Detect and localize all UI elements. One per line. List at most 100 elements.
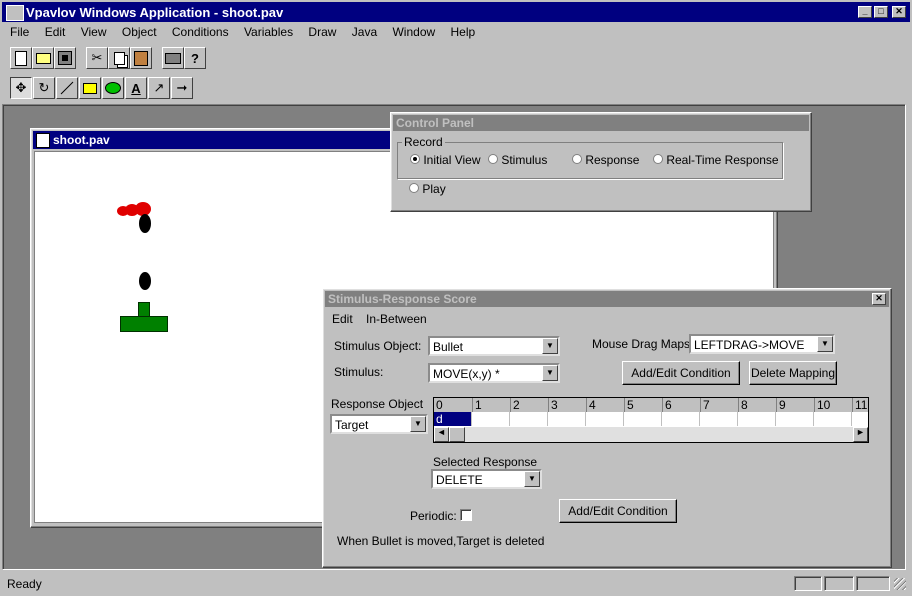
app-title: Vpavlov Windows Application - shoot.pav (26, 5, 284, 20)
timeline-tick: 10 (814, 398, 830, 412)
chevron-down-icon[interactable]: ▼ (410, 416, 426, 432)
rotate-tool-icon[interactable]: ↻ (33, 77, 55, 99)
scroll-thumb[interactable] (449, 427, 465, 442)
sr-title: Stimulus-Response Score (328, 292, 477, 306)
menu-help[interactable]: Help (451, 25, 476, 39)
resize-grip-icon[interactable] (894, 578, 906, 590)
copy-icon[interactable] (108, 47, 130, 69)
radio-response[interactable]: Response (572, 153, 639, 167)
mouse-drag-select[interactable]: LEFTDRAG->MOVE ▼ (689, 334, 835, 354)
periodic-label: Periodic: (410, 509, 457, 523)
radio-label: Stimulus (501, 153, 548, 167)
stimulus-response-window: Stimulus-Response Score ✕ Edit In-Betwee… (322, 288, 892, 568)
chevron-down-icon[interactable]: ▼ (817, 336, 833, 352)
new-icon[interactable] (10, 47, 32, 69)
sr-menu-edit[interactable]: Edit (332, 312, 353, 326)
status-text: Ready (7, 577, 42, 591)
scroll-left-icon[interactable]: ◄ (434, 427, 449, 442)
open-icon[interactable] (32, 47, 54, 69)
mapping-summary: When Bullet is moved,Target is deleted (337, 534, 545, 548)
stimulus-select[interactable]: MOVE(x,y) * ▼ (428, 363, 560, 383)
timeline-tick: 8 (738, 398, 748, 412)
radio-initial-view[interactable]: Initial View (410, 153, 480, 167)
menu-java[interactable]: Java (352, 25, 377, 39)
text-tool-icon[interactable]: A (125, 77, 147, 99)
radio-label: Play (422, 182, 446, 196)
status-bar: Ready (2, 574, 908, 594)
bullet-object[interactable] (139, 272, 151, 290)
radio-play[interactable]: Play (409, 182, 446, 196)
help-icon[interactable]: ? (184, 47, 206, 69)
radio-button[interactable] (488, 154, 498, 164)
periodic-checkbox[interactable] (460, 509, 472, 521)
timeline-grid[interactable]: 0 1 2 3 4 5 6 7 8 9 10 11 d ◄ ► (433, 397, 869, 443)
select-value: DELETE (436, 473, 483, 487)
menu-bar: File Edit View Object Conditions Variabl… (10, 25, 487, 41)
timeline-tick: 6 (662, 398, 672, 412)
sr-menu-in-between[interactable]: In-Between (366, 312, 427, 326)
black-ellipse[interactable] (139, 214, 151, 233)
radio-button[interactable] (572, 154, 582, 164)
record-group: Record Initial View Stimulus Response Re… (397, 135, 783, 179)
menu-variables[interactable]: Variables (244, 25, 293, 39)
radio-real-time-response[interactable]: Real-Time Response (653, 153, 779, 167)
line-tool-icon[interactable] (56, 77, 78, 99)
timeline-tick: 3 (548, 398, 558, 412)
radio-button[interactable] (653, 154, 663, 164)
radio-button[interactable] (409, 183, 419, 193)
record-group-label: Record (402, 135, 445, 149)
menu-draw[interactable]: Draw (308, 25, 336, 39)
add-edit-condition-button-2[interactable]: Add/Edit Condition (559, 499, 677, 523)
timeline-cell-selected[interactable]: d (434, 412, 471, 426)
radio-label: Real-Time Response (666, 153, 779, 167)
timeline-scrollbar[interactable]: ◄ ► (434, 427, 868, 442)
stimulus-object-select[interactable]: Bullet ▼ (428, 336, 560, 356)
minimize-button[interactable]: _ (858, 6, 872, 18)
select-value: MOVE(x,y) * (433, 367, 500, 381)
mouse-drag-label: Mouse Drag Maps: (592, 337, 694, 351)
response-object-label: Response Object (331, 397, 424, 411)
menu-edit[interactable]: Edit (45, 25, 66, 39)
menu-object[interactable]: Object (122, 25, 157, 39)
control-panel-window: Control Panel Record Initial View Stimul… (390, 112, 812, 212)
radio-stimulus[interactable]: Stimulus (488, 153, 547, 167)
target-object[interactable] (120, 302, 168, 332)
add-edit-condition-button[interactable]: Add/Edit Condition (622, 361, 740, 385)
timeline-tick: 11 (852, 398, 867, 412)
save-icon[interactable] (54, 47, 76, 69)
chevron-down-icon[interactable]: ▼ (542, 365, 558, 381)
cut-icon[interactable]: ✂ (86, 47, 108, 69)
maximize-button[interactable]: □ (874, 6, 888, 18)
chevron-down-icon[interactable]: ▼ (542, 338, 558, 354)
stimulus-object-label: Stimulus Object: (334, 339, 422, 353)
ellipse-tool-icon[interactable] (102, 77, 124, 99)
move-tool-icon[interactable]: ✥ (10, 77, 32, 99)
radio-label: Initial View (423, 153, 481, 167)
response-object-select[interactable]: Target ▼ (330, 414, 428, 434)
timeline-tick: 9 (776, 398, 786, 412)
selected-response-label: Selected Response (433, 455, 538, 469)
rectangle-tool-icon[interactable] (79, 77, 101, 99)
radio-button[interactable] (410, 154, 420, 164)
drag-tool-icon[interactable]: ↗ (148, 77, 170, 99)
timeline-header: 0 1 2 3 4 5 6 7 8 9 10 11 (434, 398, 868, 413)
select-value: Target (335, 418, 369, 432)
stimulus-label: Stimulus: (334, 365, 384, 379)
menu-conditions[interactable]: Conditions (172, 25, 229, 39)
print-icon[interactable] (162, 47, 184, 69)
delete-mapping-button[interactable]: Delete Mapping (749, 361, 837, 385)
app-icon (6, 5, 24, 21)
paste-icon[interactable] (130, 47, 152, 69)
timeline-row[interactable]: d (434, 412, 868, 426)
arrow-tool-icon[interactable]: ➞ (171, 77, 193, 99)
scroll-right-icon[interactable]: ► (853, 427, 868, 442)
menu-view[interactable]: View (81, 25, 107, 39)
status-pane (794, 576, 822, 591)
close-button[interactable]: ✕ (892, 6, 906, 18)
status-pane (824, 576, 854, 591)
chevron-down-icon[interactable]: ▼ (524, 471, 540, 487)
sr-close-button[interactable]: ✕ (872, 293, 886, 305)
menu-file[interactable]: File (10, 25, 29, 39)
selected-response-select[interactable]: DELETE ▼ (431, 469, 542, 489)
menu-window[interactable]: Window (392, 25, 435, 39)
